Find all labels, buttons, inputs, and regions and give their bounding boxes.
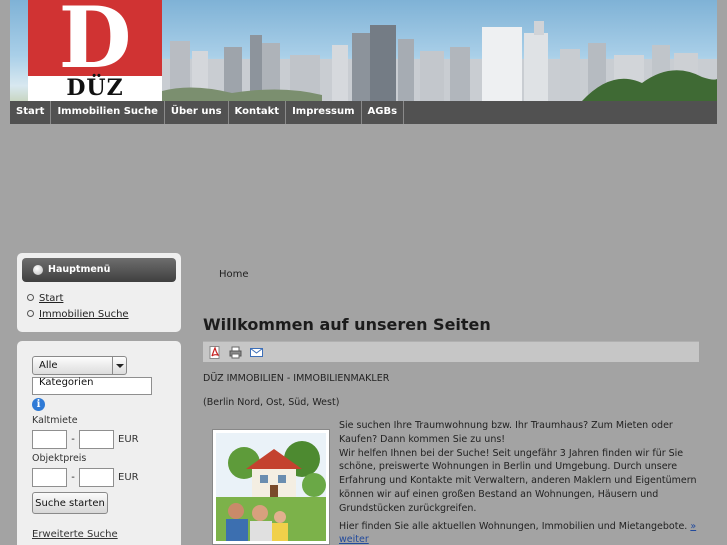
search-box: Alle Kategorien i Kaltmiete - EUR Objekt…: [17, 341, 181, 545]
logo[interactable]: D DÜZ: [28, 0, 162, 101]
bullet-icon: [33, 265, 43, 275]
kaltmiete-range: - EUR: [32, 430, 181, 449]
company-line: DÜZ IMMOBILIEN - IMMOBILIENMAKLER: [203, 373, 390, 384]
house-illustration: [216, 433, 326, 541]
header-banner: D DÜZ: [10, 0, 717, 101]
offer-text: Hier finden Sie alle aktuellen Wohnungen…: [339, 520, 688, 532]
breadcrumb[interactable]: Home: [219, 269, 249, 280]
main-menu-title: Hauptmenü: [48, 264, 111, 275]
nav-start[interactable]: Start: [10, 101, 52, 124]
objektpreis-label: Objektpreis: [32, 453, 87, 464]
category-select-value: Alle Kategorien: [39, 360, 94, 388]
kaltmiete-min-input[interactable]: [32, 430, 67, 449]
info-icon[interactable]: i: [32, 398, 45, 411]
article-toolbar: [203, 341, 699, 362]
ring-bullet-icon: [27, 294, 34, 301]
intro-text-block: Sie suchen Ihre Traumwohnung bzw. Ihr Tr…: [339, 419, 701, 545]
currency-label: EUR: [118, 472, 139, 483]
offer-paragraph: Hier finden Sie alle aktuellen Wohnungen…: [339, 520, 701, 545]
main-menu-header: Hauptmenü: [22, 258, 176, 282]
range-dash: -: [71, 434, 75, 445]
objektpreis-min-input[interactable]: [32, 468, 67, 487]
page-title: Willkommen auf unseren Seiten: [203, 315, 491, 334]
objektpreis-max-input[interactable]: [79, 468, 114, 487]
ring-bullet-icon: [27, 310, 34, 317]
logo-text: DÜZ: [28, 76, 162, 101]
nav-impressum[interactable]: Impressum: [286, 101, 362, 124]
advanced-search-link[interactable]: Erweiterte Suche: [32, 529, 181, 540]
menu-link-immobilien-suche[interactable]: Immobilien Suche: [39, 309, 129, 320]
category-select[interactable]: Alle Kategorien: [32, 356, 127, 388]
main-nav: Start Immobilien Suche Über uns Kontakt …: [10, 101, 717, 124]
email-icon[interactable]: [250, 346, 263, 359]
search-start-button[interactable]: Suche starten: [32, 492, 108, 514]
nav-ueber-uns[interactable]: Über uns: [165, 101, 229, 124]
kaltmiete-label: Kaltmiete: [32, 415, 78, 426]
objektpreis-range: - EUR: [32, 468, 181, 487]
nav-kontakt[interactable]: Kontakt: [229, 101, 287, 124]
menu-item-immobilien-suche: Immobilien Suche: [27, 307, 181, 323]
family-house-photo: [212, 429, 330, 545]
region-line: (Berlin Nord, Ost, Süd, West): [203, 397, 340, 408]
main-menu-list: Start Immobilien Suche: [17, 291, 181, 323]
menu-item-start: Start: [27, 291, 181, 307]
menu-link-start[interactable]: Start: [39, 293, 63, 304]
nav-agbs[interactable]: AGBs: [362, 101, 405, 124]
nav-immobilien-suche[interactable]: Immobilien Suche: [51, 101, 165, 124]
body-paragraph: Wir helfen Ihnen bei der Suche! Seit ung…: [339, 447, 697, 514]
range-dash: -: [71, 472, 75, 483]
chevron-down-icon[interactable]: [112, 357, 126, 374]
intro-paragraph: Sie suchen Ihre Traumwohnung bzw. Ihr Tr…: [339, 420, 673, 445]
main-menu-box: Hauptmenü Start Immobilien Suche: [17, 253, 181, 332]
pdf-icon[interactable]: [208, 345, 221, 359]
kaltmiete-max-input[interactable]: [79, 430, 114, 449]
print-icon[interactable]: [229, 346, 242, 359]
currency-label: EUR: [118, 434, 139, 445]
logo-letter: D: [58, 0, 132, 87]
city-skyline-image: [162, 21, 717, 101]
